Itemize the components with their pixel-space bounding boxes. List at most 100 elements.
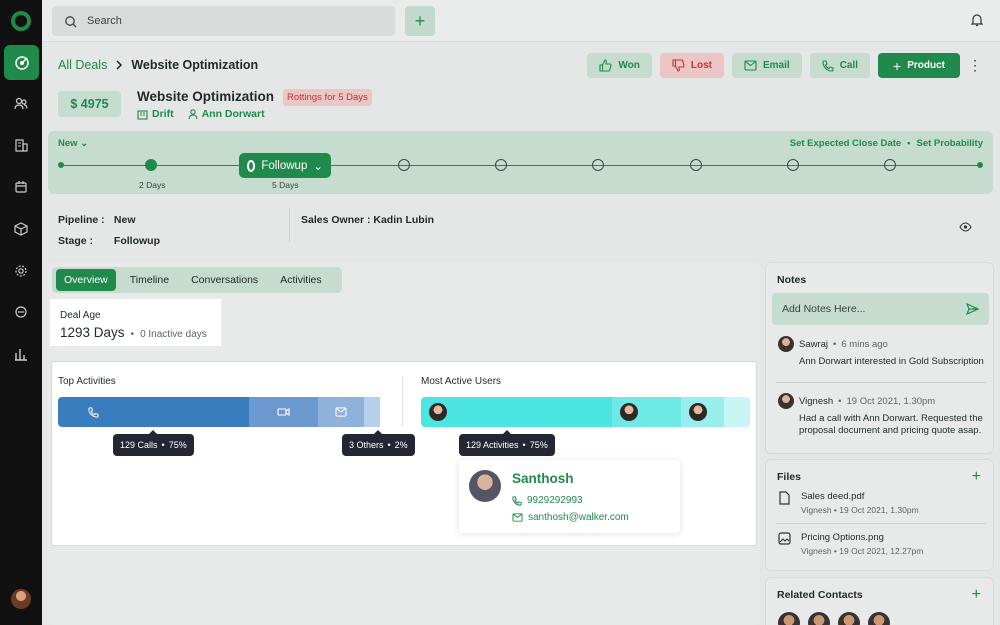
chat-nav-icon[interactable]: [8, 299, 34, 325]
stage-past-duration: 2 Days: [139, 180, 166, 190]
add-contact-button[interactable]: +: [972, 586, 981, 604]
contacts-nav-icon[interactable]: [8, 91, 34, 117]
phone-icon: [88, 406, 99, 418]
related-contacts-panel: Related Contacts +: [765, 577, 994, 625]
mail-icon: [512, 513, 523, 522]
note-time: 6 mins ago: [841, 338, 888, 350]
current-stage-label: Followup: [261, 159, 308, 172]
user-email[interactable]: santhosh@walker.com: [512, 512, 629, 523]
stage-bar: New ⌄ Set Expected Close Date • Set Prob…: [48, 131, 993, 194]
current-stage-button[interactable]: Followup ⌄: [239, 153, 331, 178]
user-segment[interactable]: [680, 397, 724, 427]
tab-timeline[interactable]: Timeline: [122, 269, 177, 291]
stage-dot[interactable]: [977, 162, 983, 168]
deal-company-name: Drift: [152, 108, 174, 120]
deal-company[interactable]: Drift: [137, 108, 174, 120]
tab-overview[interactable]: Overview: [56, 269, 116, 291]
plus-icon: +: [414, 10, 426, 31]
stage-dot[interactable]: [398, 159, 410, 171]
user-segment[interactable]: [421, 397, 612, 427]
tooltip-dot: •: [161, 440, 165, 450]
stage-dot[interactable]: [145, 159, 157, 171]
user-email-text: santhosh@walker.com: [528, 512, 629, 523]
deal-contact[interactable]: Ann Dorwart: [188, 108, 265, 120]
pipeline-value: New: [113, 214, 136, 226]
stage-links-separator: •: [907, 138, 911, 149]
note-item: Sawraj • 6 mins ago Ann Dorwart interest…: [778, 336, 988, 368]
set-probability-link[interactable]: Set Probability: [916, 138, 983, 149]
call-label: Call: [839, 60, 859, 71]
file-item[interactable]: Sales deed.pdf Vignesh • 19 Oct 2021, 1.…: [778, 491, 919, 515]
bell-icon[interactable]: [970, 13, 984, 27]
owner-value: Kadin Lubin: [373, 214, 435, 226]
file-item[interactable]: Pricing Options.png Vignesh • 19 Oct 202…: [778, 532, 923, 556]
stage-group-dropdown[interactable]: New ⌄: [58, 138, 88, 149]
files-title: Files: [777, 471, 801, 483]
thumbs-up-icon: [599, 59, 613, 72]
user-segment[interactable]: [723, 397, 750, 427]
stage-dot[interactable]: [690, 159, 702, 171]
product-label: Product: [907, 60, 945, 71]
reports-nav-icon[interactable]: [8, 341, 34, 367]
calls-tooltip-pct: 75%: [168, 440, 187, 450]
others-segment[interactable]: [363, 397, 381, 427]
user-segment[interactable]: [611, 397, 681, 427]
pipeline-label: Pipeline :: [58, 214, 105, 226]
file-divider: [776, 523, 986, 524]
top-bar: Search +: [42, 0, 1000, 42]
mail-icon: [744, 60, 757, 71]
companies-nav-icon[interactable]: [8, 132, 34, 158]
contact-avatar[interactable]: [778, 612, 800, 625]
add-product-button[interactable]: + Product: [878, 53, 960, 78]
tooltip-dot: •: [522, 440, 526, 450]
user-name[interactable]: Santhosh: [512, 471, 574, 486]
search-icon: [65, 15, 77, 27]
user-phone[interactable]: 9929292993: [512, 495, 583, 506]
stage-dot[interactable]: [58, 162, 64, 168]
stage-dot[interactable]: [592, 159, 604, 171]
stage-dot[interactable]: [495, 159, 507, 171]
settings-nav-icon[interactable]: [8, 258, 34, 284]
won-button[interactable]: Won: [587, 53, 652, 78]
calendar-nav-icon[interactable]: [8, 174, 34, 200]
lost-label: Lost: [690, 60, 712, 71]
stage-dot[interactable]: [884, 159, 896, 171]
add-file-button[interactable]: +: [972, 468, 981, 486]
others-tooltip-text: 3 Others: [349, 440, 384, 450]
phone-icon: [512, 495, 522, 506]
contact-avatar[interactable]: [868, 612, 890, 625]
info-divider: [289, 208, 290, 242]
call-button[interactable]: Call: [809, 53, 871, 78]
most-active-users-title: Most Active Users: [421, 376, 502, 387]
deals-nav-icon[interactable]: [4, 45, 39, 80]
video-icon: [277, 407, 290, 417]
breadcrumb-all-deals[interactable]: All Deals: [58, 58, 107, 72]
file-name: Pricing Options.png: [801, 532, 884, 543]
eye-icon[interactable]: [959, 222, 972, 232]
note-author: Sawraj: [799, 338, 829, 350]
quick-add-button[interactable]: +: [405, 6, 435, 36]
contact-avatar[interactable]: [808, 612, 830, 625]
search-input[interactable]: Search: [52, 6, 395, 36]
email-button[interactable]: Email: [732, 53, 802, 78]
app-logo[interactable]: [11, 11, 31, 31]
send-icon[interactable]: [966, 303, 979, 315]
tab-conversations[interactable]: Conversations: [183, 269, 266, 291]
contact-avatar[interactable]: [838, 612, 860, 625]
set-close-date-link[interactable]: Set Expected Close Date: [790, 138, 901, 149]
file-name: Sales deed.pdf: [801, 491, 865, 502]
others-tooltip-pct: 2%: [394, 440, 408, 450]
products-nav-icon[interactable]: [8, 216, 34, 242]
meetings-segment[interactable]: [248, 397, 318, 427]
user-avatar[interactable]: [11, 589, 31, 609]
calls-segment[interactable]: [58, 397, 249, 427]
more-options-icon[interactable]: ⋮: [968, 57, 982, 74]
files-panel: Files + Sales deed.pdf Vignesh • 19 Oct …: [765, 459, 994, 571]
deal-contact-name: Ann Dorwart: [201, 108, 265, 120]
note-text: Had a call with Ann Dorwart. Requested t…: [799, 413, 983, 436]
lost-button[interactable]: Lost: [659, 53, 724, 78]
stage-dot[interactable]: [787, 159, 799, 171]
emails-segment[interactable]: [317, 397, 364, 427]
tab-activities[interactable]: Activities: [272, 269, 329, 291]
add-note-input[interactable]: Add Notes Here...: [772, 293, 989, 325]
